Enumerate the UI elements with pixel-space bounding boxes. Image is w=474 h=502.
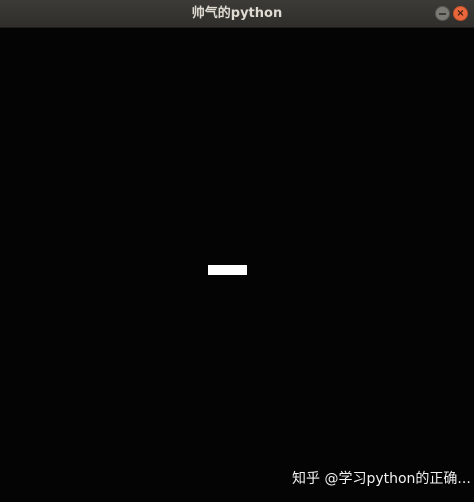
snake-block: [208, 265, 247, 275]
watermark-text: 知乎 @学习python的正确...: [292, 471, 471, 487]
app-window: 帅气的python × 知乎 @学习python的正确...: [0, 0, 474, 502]
minimize-button[interactable]: [435, 6, 450, 21]
title-bar[interactable]: 帅气的python ×: [0, 0, 474, 28]
window-title: 帅气的python: [191, 6, 283, 21]
close-button[interactable]: ×: [453, 6, 468, 21]
close-icon: ×: [456, 8, 465, 19]
game-canvas[interactable]: 知乎 @学习python的正确...: [0, 28, 474, 502]
